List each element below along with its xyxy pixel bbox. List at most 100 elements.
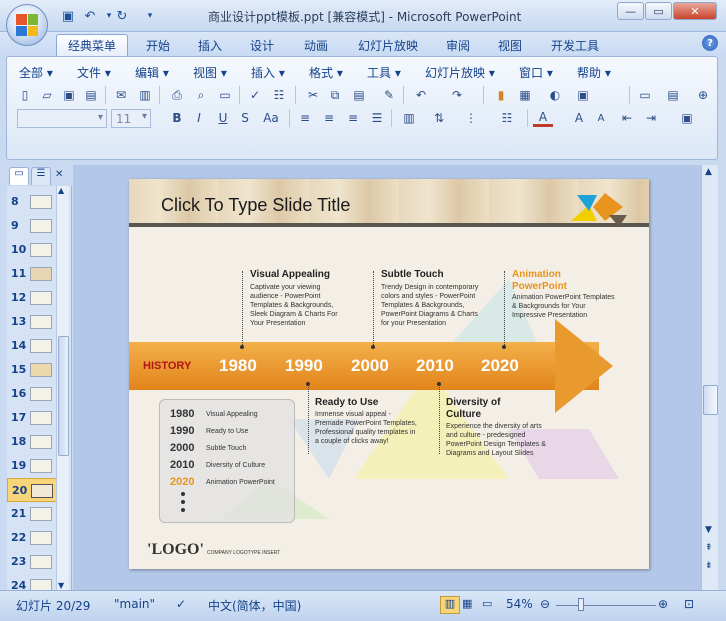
- menu-file[interactable]: 文件 ▾: [77, 64, 111, 81]
- scroll-down-icon[interactable]: ▼: [58, 581, 64, 590]
- columns-icon[interactable]: ▥: [399, 109, 419, 127]
- print-preview-icon[interactable]: ⌕: [191, 86, 211, 104]
- normal-view-icon[interactable]: ▥: [440, 596, 460, 614]
- save-file-icon[interactable]: ▣: [59, 86, 79, 104]
- color-grayscale-icon[interactable]: ◐: [545, 86, 565, 104]
- menu-edit[interactable]: 编辑 ▾: [135, 64, 169, 81]
- language-indicator[interactable]: 中文(简体，中国): [208, 597, 301, 614]
- change-case-icon[interactable]: Aa: [261, 109, 281, 127]
- close-button[interactable]: ✕: [673, 2, 717, 20]
- thumbnail-scroll-thumb[interactable]: [58, 336, 69, 456]
- spelling-icon[interactable]: ✓: [245, 86, 265, 104]
- color-scheme-icon[interactable]: ▣: [573, 86, 593, 104]
- fit-to-window-icon[interactable]: ⊡: [684, 597, 694, 611]
- paste-icon[interactable]: ▤: [349, 86, 369, 104]
- editor-scrollbar[interactable]: ▲ ▼ ⇞ ⇟: [701, 165, 718, 590]
- tab-insert[interactable]: 插入: [188, 34, 232, 56]
- shadow-icon[interactable]: S: [235, 109, 255, 127]
- tab-animation[interactable]: 动画: [294, 34, 338, 56]
- undo-toolbar-icon[interactable]: ↶: [411, 86, 431, 104]
- font-size-dropdown[interactable]: 11: [111, 109, 151, 128]
- slide-show-icon[interactable]: ▭: [215, 86, 235, 104]
- menu-insert[interactable]: 插入 ▾: [251, 64, 285, 81]
- spellcheck-icon[interactable]: ✓: [176, 597, 186, 611]
- bullets-icon[interactable]: ☷: [497, 109, 517, 127]
- permission-icon[interactable]: ▤: [81, 86, 101, 104]
- restore-button[interactable]: ▭: [645, 2, 672, 20]
- justify-icon[interactable]: ☰: [367, 109, 387, 127]
- tab-slideshow[interactable]: 幻灯片放映: [348, 34, 428, 56]
- previous-slide-icon[interactable]: ⇞: [705, 543, 713, 553]
- slide-sorter-icon[interactable]: ▦: [462, 597, 472, 610]
- help-icon[interactable]: ?: [702, 35, 718, 51]
- menu-insert-label: 插入: [251, 66, 276, 80]
- menu-window[interactable]: 窗口 ▾: [519, 64, 553, 81]
- underline-icon[interactable]: U: [213, 109, 233, 127]
- layout-icon[interactable]: ▤: [663, 86, 683, 104]
- chart-icon[interactable]: ▮: [491, 86, 511, 104]
- tab-view[interactable]: 视图: [488, 34, 532, 56]
- align-center-icon[interactable]: ≡: [319, 109, 339, 127]
- shrink-font-icon[interactable]: A: [591, 109, 611, 127]
- zoom-icon[interactable]: ⊕: [693, 86, 713, 104]
- redo-icon[interactable]: ↻: [112, 7, 132, 25]
- zoom-slider-thumb[interactable]: [578, 598, 584, 611]
- editor-scroll-thumb[interactable]: [703, 385, 718, 415]
- align-left-icon[interactable]: ≡: [295, 109, 315, 127]
- redo-toolbar-icon[interactable]: ↷: [447, 86, 467, 104]
- undo-icon[interactable]: ↶: [80, 7, 100, 25]
- scroll-up-icon[interactable]: ▲: [58, 186, 64, 195]
- email-icon[interactable]: ✉: [111, 86, 131, 104]
- research-icon[interactable]: ☷: [269, 86, 289, 104]
- increase-indent-icon[interactable]: ⇥: [641, 109, 661, 127]
- numbering-icon[interactable]: ⋮: [461, 109, 481, 127]
- menu-slideshow[interactable]: 幻灯片放映 ▾: [425, 64, 495, 81]
- zoom-level[interactable]: 54%: [506, 597, 533, 611]
- tab-design[interactable]: 设计: [240, 34, 284, 56]
- slide-title[interactable]: Click To Type Slide Title: [161, 195, 350, 216]
- panel-close-icon[interactable]: ✕: [55, 169, 63, 180]
- pdf-icon[interactable]: ▥: [135, 86, 155, 104]
- cut-icon[interactable]: ✂: [303, 86, 323, 104]
- new-icon[interactable]: ▯: [15, 86, 35, 104]
- copy-icon[interactable]: ⧉: [325, 86, 345, 104]
- tab-classic-menu[interactable]: 经典菜单: [56, 34, 128, 56]
- decrease-indent-icon[interactable]: ⇤: [617, 109, 637, 127]
- slides-tab-icon[interactable]: ▭: [9, 167, 29, 185]
- editor-scroll-down-icon[interactable]: ▼: [705, 525, 712, 535]
- menu-all[interactable]: 全部 ▾: [19, 64, 53, 81]
- menu-help[interactable]: 帮助 ▾: [577, 64, 611, 81]
- zoom-out-icon[interactable]: ⊖: [540, 597, 550, 611]
- menu-tools[interactable]: 工具 ▾: [367, 64, 401, 81]
- design-icon[interactable]: ▣: [677, 109, 697, 127]
- outline-tab-icon[interactable]: ☰: [31, 167, 51, 185]
- next-slide-icon[interactable]: ⇟: [705, 561, 713, 571]
- save-icon[interactable]: ▣: [58, 7, 78, 25]
- table-icon[interactable]: ▦: [515, 86, 535, 104]
- grow-font-icon[interactable]: A: [569, 109, 589, 127]
- thumbnail-scrollbar[interactable]: ▲ ▼: [56, 186, 69, 590]
- zoom-in-icon[interactable]: ⊕: [658, 597, 668, 611]
- tab-review[interactable]: 审阅: [436, 34, 480, 56]
- text-direction-icon[interactable]: ⇅: [429, 109, 449, 127]
- zoom-slider[interactable]: [556, 605, 656, 606]
- editor-scroll-up-icon[interactable]: ▲: [705, 167, 712, 177]
- print-icon[interactable]: ⎙: [167, 86, 187, 104]
- menu-view[interactable]: 视图 ▾: [193, 64, 227, 81]
- office-button[interactable]: [6, 4, 48, 46]
- slide-canvas[interactable]: Click To Type Slide Title HISTORY 1980 1…: [129, 179, 649, 569]
- menu-format[interactable]: 格式 ▾: [309, 64, 343, 81]
- font-color-icon[interactable]: A: [533, 109, 553, 127]
- new-slide-icon[interactable]: ▭: [635, 86, 655, 104]
- bold-icon[interactable]: B: [167, 109, 187, 127]
- format-painter-icon[interactable]: ✎: [379, 86, 399, 104]
- minimize-button[interactable]: —: [617, 2, 644, 20]
- qat-customize-icon[interactable]: ▾: [140, 7, 160, 25]
- tab-home[interactable]: 开始: [136, 34, 180, 56]
- tab-developer[interactable]: 开发工具: [540, 34, 610, 56]
- font-name-dropdown[interactable]: [17, 109, 107, 128]
- open-icon[interactable]: ▱: [37, 86, 57, 104]
- align-right-icon[interactable]: ≡: [343, 109, 363, 127]
- slideshow-view-icon[interactable]: ▭: [482, 597, 492, 610]
- italic-icon[interactable]: I: [189, 109, 209, 127]
